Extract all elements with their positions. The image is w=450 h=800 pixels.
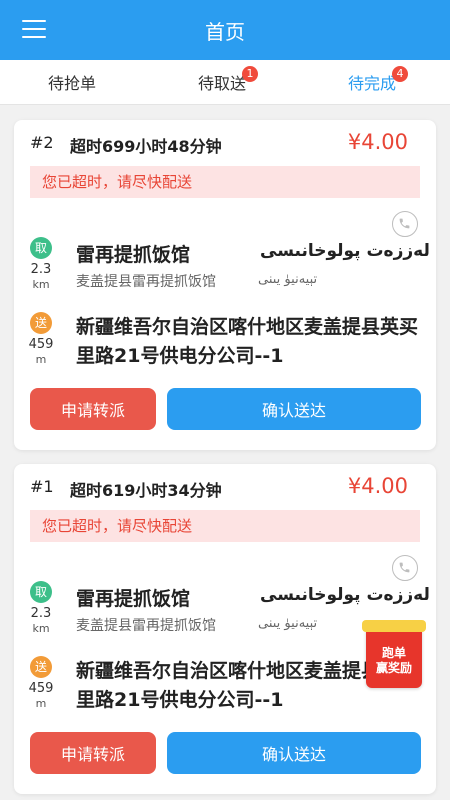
distance-value: 2.3 bbox=[30, 606, 52, 621]
tab-label: 待取送 bbox=[198, 74, 247, 93]
phone-icon[interactable] bbox=[392, 211, 418, 237]
delivery-badge: 送 bbox=[30, 656, 52, 678]
shop-address: 麦盖提县雷再提抓饭馆 bbox=[76, 618, 216, 634]
distance-unit: m bbox=[35, 697, 47, 710]
count-badge: 1 bbox=[242, 66, 259, 82]
confirm-delivery-button[interactable]: 确认送达 bbox=[167, 732, 421, 774]
page-title: 首页 bbox=[205, 20, 245, 44]
promo-line: 跑单 bbox=[381, 646, 406, 660]
confirm-delivery-button[interactable]: 确认送达 bbox=[167, 388, 421, 430]
order-number: #2 bbox=[30, 133, 54, 152]
distance-unit: m bbox=[35, 353, 47, 366]
gift-lid bbox=[362, 620, 426, 632]
overtime-warning: 您已超时，请尽快配送 bbox=[30, 166, 420, 198]
overtime-text: 超时619小时34分钟 bbox=[70, 481, 222, 500]
tab-grab-orders[interactable]: 待抢单 bbox=[48, 70, 96, 94]
delivery-badge: 送 bbox=[30, 312, 52, 334]
overtime-text: 超时699小时48分钟 bbox=[70, 137, 222, 156]
tab-label: 待抢单 bbox=[48, 74, 97, 93]
shop-name-uyghur: لەززەت پولوخانىسى bbox=[260, 241, 430, 261]
phone-icon[interactable] bbox=[392, 555, 418, 581]
order-header: #2 超时699小时48分钟 ¥4.00 bbox=[14, 120, 436, 164]
distance-value: 459 bbox=[28, 681, 54, 696]
order-header: #1 超时619小时34分钟 ¥4.00 bbox=[14, 464, 436, 508]
reward-gift-icon[interactable]: 跑单 赢奖励 bbox=[362, 620, 426, 688]
tab-to-complete[interactable]: 待完成 4 bbox=[348, 66, 409, 94]
promo-line: 赢奖励 bbox=[375, 661, 412, 675]
distance-unit: km bbox=[32, 278, 50, 291]
pickup-badge: 取 bbox=[30, 237, 52, 259]
apply-transfer-button[interactable]: 申请转派 bbox=[30, 732, 156, 774]
distance-value: 2.3 bbox=[30, 262, 52, 277]
promo-text: 跑单 赢奖励 bbox=[366, 646, 422, 676]
distance-value: 459 bbox=[28, 337, 54, 352]
apply-transfer-button[interactable]: 申请转派 bbox=[30, 388, 156, 430]
top-bar: 首页 bbox=[0, 0, 450, 60]
distance-unit: km bbox=[32, 622, 50, 635]
order-number: #1 bbox=[30, 477, 54, 496]
shop-name: 雷再提抓饭馆 bbox=[76, 588, 191, 610]
tab-pickup-delivery[interactable]: 待取送 1 bbox=[198, 66, 259, 94]
shop-address-uyghur: تېيەنيۈ يىنى bbox=[258, 616, 318, 631]
order-card: #2 超时699小时48分钟 ¥4.00 您已超时，请尽快配送 取 2.3 km… bbox=[14, 120, 436, 450]
count-badge: 4 bbox=[392, 66, 409, 82]
shop-name: 雷再提抓饭馆 bbox=[76, 244, 191, 266]
shop-address-uyghur: تېيەنيۈ يىنى bbox=[258, 272, 318, 287]
tab-bar: 待抢单 待取送 1 待完成 4 bbox=[0, 60, 450, 105]
pickup-distance: 2.3 km bbox=[18, 606, 64, 636]
pickup-badge: 取 bbox=[30, 581, 52, 603]
order-price: ¥4.00 bbox=[347, 474, 408, 498]
shop-address: 麦盖提县雷再提抓饭馆 bbox=[76, 274, 216, 290]
tab-label: 待完成 bbox=[348, 74, 397, 93]
delivery-distance: 459 m bbox=[18, 337, 64, 367]
shop-name-uyghur: لەززەت پولوخانىسى bbox=[260, 585, 430, 605]
delivery-address: 新疆维吾尔自治区喀什地区麦盖提县英买里路21号供电分公司--1 bbox=[76, 316, 419, 367]
order-price: ¥4.00 bbox=[347, 130, 408, 154]
overtime-warning: 您已超时，请尽快配送 bbox=[30, 510, 420, 542]
pickup-distance: 2.3 km bbox=[18, 262, 64, 292]
delivery-distance: 459 m bbox=[18, 681, 64, 711]
